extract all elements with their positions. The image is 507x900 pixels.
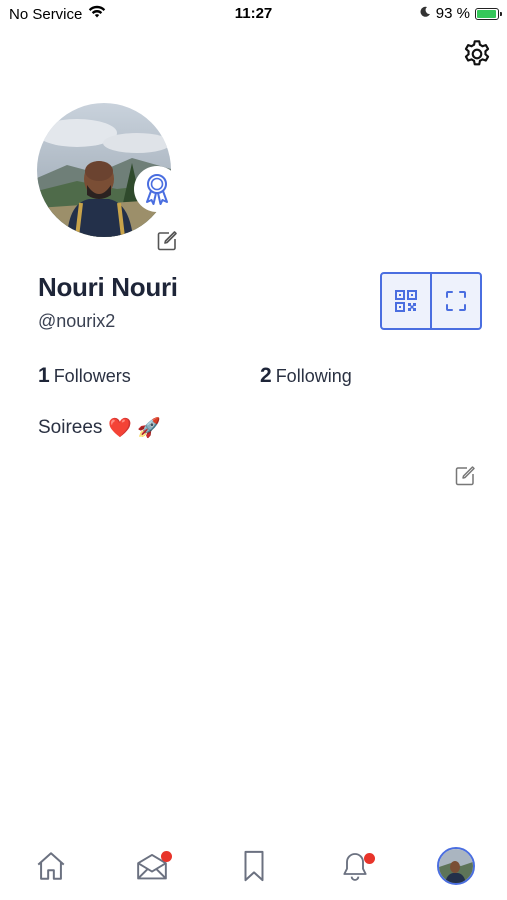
achievement-badge[interactable]	[134, 166, 180, 212]
qr-code-icon	[395, 290, 417, 312]
scan-qr-button[interactable]	[432, 274, 480, 328]
following-count: 2	[260, 364, 272, 387]
followers-count: 1	[38, 364, 50, 387]
show-qr-code-button[interactable]	[382, 274, 430, 328]
moon-icon	[419, 5, 431, 22]
edit-icon	[157, 231, 177, 251]
gear-icon	[464, 40, 490, 66]
username: @nourix2	[38, 311, 116, 331]
edit-avatar-button[interactable]	[155, 229, 179, 253]
home-icon	[37, 852, 65, 880]
bio-emojis: ❤️ 🚀	[108, 418, 162, 439]
edit-icon	[455, 466, 475, 486]
tab-messages[interactable]	[132, 846, 172, 886]
battery-icon	[475, 7, 502, 20]
bio: Soirees ❤️ 🚀	[38, 416, 161, 440]
battery-percent: 93 %	[435, 5, 470, 22]
qr-button-group	[380, 272, 482, 330]
followers-label: Followers	[53, 366, 131, 386]
notifications-dot	[364, 853, 375, 864]
bio-text: Soirees	[38, 417, 103, 438]
status-right: 93 %	[419, 5, 502, 22]
tab-notifications[interactable]	[335, 846, 375, 886]
following-label: Following	[275, 366, 352, 386]
award-ribbon-icon	[146, 174, 168, 205]
display-name: Nouri Nouri	[38, 272, 178, 302]
settings-button[interactable]	[458, 35, 496, 73]
tab-bar	[0, 836, 507, 900]
edit-bio-button[interactable]	[453, 464, 477, 488]
following-stat[interactable]: 2 Following	[260, 364, 352, 388]
tab-home[interactable]	[31, 846, 71, 886]
tab-profile[interactable]	[436, 846, 476, 886]
status-bar: No Service 11:27 93 %	[0, 0, 507, 28]
scan-icon	[446, 291, 466, 311]
tab-saved[interactable]	[234, 846, 274, 886]
bookmark-icon	[244, 850, 264, 882]
messages-notification-dot	[161, 851, 172, 862]
profile-avatar-thumbnail	[437, 847, 475, 885]
followers-stat[interactable]: 1 Followers	[38, 364, 131, 388]
